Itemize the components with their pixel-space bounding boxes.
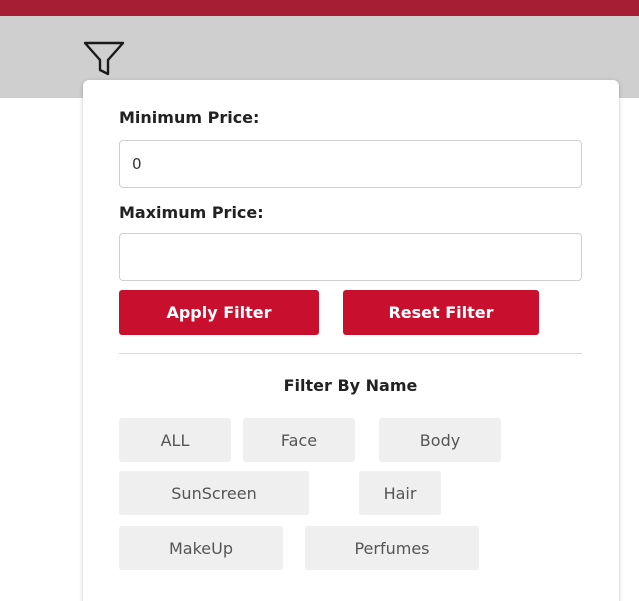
category-chip-hair[interactable]: Hair (359, 471, 441, 515)
maximum-price-label: Maximum Price: (119, 203, 264, 222)
filter-by-name-title: Filter By Name (283, 376, 418, 395)
filter-panel: Minimum Price: Maximum Price: Apply Filt… (83, 80, 619, 601)
apply-filter-button[interactable]: Apply Filter (119, 290, 319, 335)
minimum-price-input[interactable] (119, 140, 582, 188)
reset-filter-button[interactable]: Reset Filter (343, 290, 539, 335)
category-chip-makeup[interactable]: MakeUp (119, 526, 283, 570)
category-chip-sunscreen[interactable]: SunScreen (119, 471, 309, 515)
category-chip-all[interactable]: ALL (119, 418, 231, 462)
divider (119, 353, 582, 354)
filter-toggle-button[interactable] (80, 36, 128, 82)
minimum-price-label: Minimum Price: (119, 108, 260, 127)
top-accent-bar (0, 0, 639, 16)
category-chip-body[interactable]: Body (379, 418, 501, 462)
filter-funnel-icon (83, 41, 125, 76)
maximum-price-input[interactable] (119, 233, 582, 281)
category-chip-perfumes[interactable]: Perfumes (305, 526, 479, 570)
category-chip-face[interactable]: Face (243, 418, 355, 462)
